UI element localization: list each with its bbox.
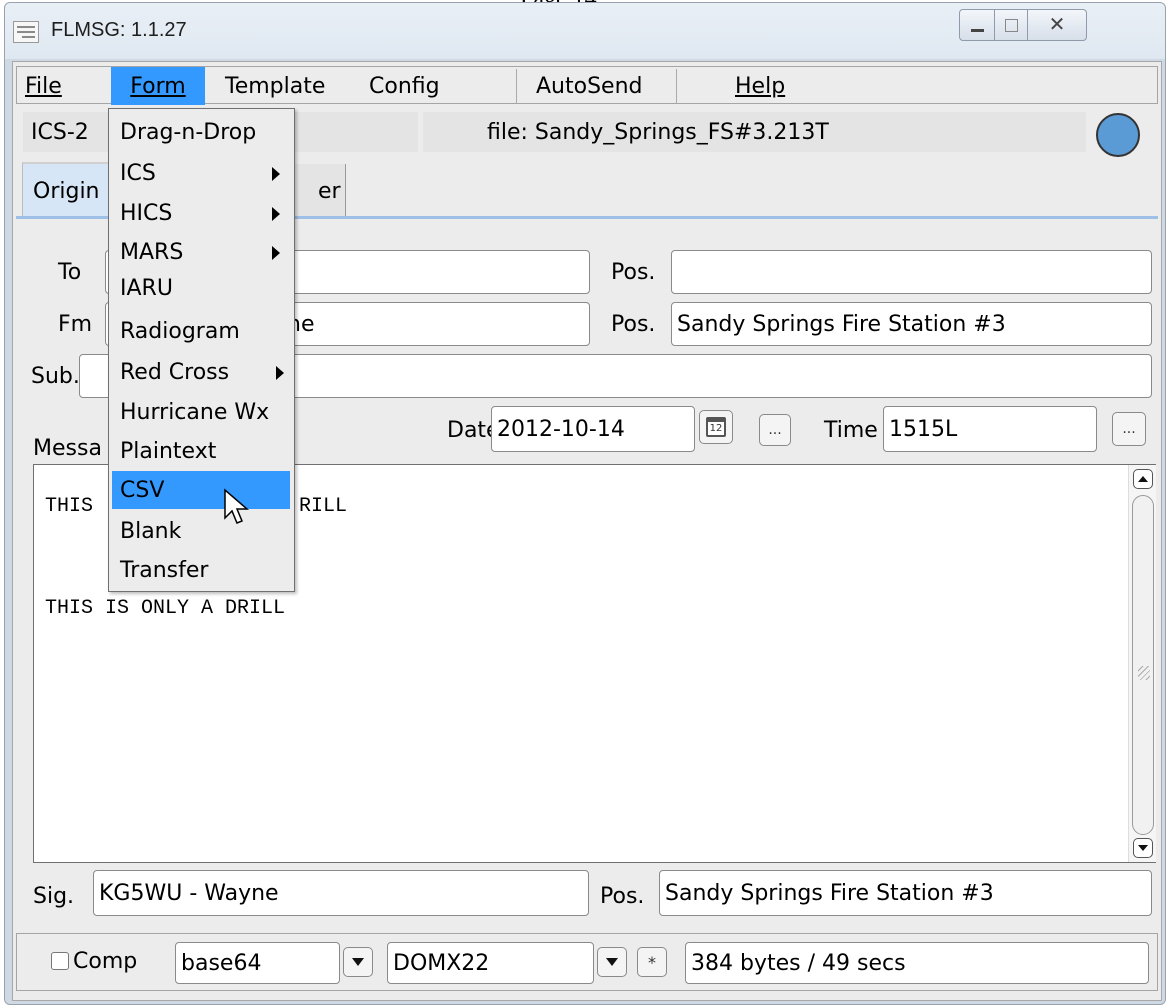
sig-pos-input[interactable]: Sandy Springs Fire Station #3 xyxy=(659,870,1152,916)
form-menu-item-mars[interactable]: MARS xyxy=(109,233,294,271)
form-menu-item-hurricane-wx[interactable]: Hurricane Wx xyxy=(109,393,294,431)
message-scrollbar[interactable] xyxy=(1128,465,1156,862)
calendar-icon: 12 xyxy=(706,417,726,437)
to-pos-label: Pos. xyxy=(611,260,656,285)
fm-pos-input[interactable]: Sandy Springs Fire Station #3 xyxy=(671,302,1152,346)
bottom-bar: Comp base64 DOMX22 * 384 bytes / 49 secs xyxy=(16,933,1158,991)
form-menu-item-drag-n-drop[interactable]: Drag-n-Drop xyxy=(109,113,294,151)
submenu-arrow-icon xyxy=(276,366,284,380)
date-input[interactable]: 2012-10-14 xyxy=(491,406,695,452)
status-indicator xyxy=(1096,113,1140,157)
mode-dropdown-button[interactable] xyxy=(597,947,627,977)
form-menu-item-label: Transfer xyxy=(120,557,209,583)
message-label: Messa xyxy=(33,436,102,461)
form-menu-item-label: Radiogram xyxy=(120,318,240,344)
app-icon xyxy=(13,21,39,43)
submenu-arrow-icon xyxy=(272,167,280,181)
form-name: ICS-2 xyxy=(31,119,89,145)
sig-label: Sig. xyxy=(33,884,75,909)
encoding-select[interactable]: base64 xyxy=(175,942,340,984)
to-label: To xyxy=(58,260,82,285)
message-line-1-end: RILL xyxy=(299,495,348,518)
calendar-button[interactable]: 12 xyxy=(699,410,733,444)
time-picker-button[interactable]: ... xyxy=(1112,412,1146,446)
scroll-down-button[interactable] xyxy=(1133,838,1153,858)
maximize-icon xyxy=(1005,19,1018,32)
close-button[interactable]: ✕ xyxy=(1027,9,1087,41)
form-menu-item-label: CSV xyxy=(120,477,165,503)
chevron-down-icon xyxy=(352,958,364,966)
scroll-up-icon xyxy=(1138,476,1148,482)
menu-divider xyxy=(676,69,677,103)
file-name: file: Sandy_Springs_FS#3.213T xyxy=(487,119,829,145)
form-menu-item-csv[interactable]: CSV xyxy=(112,471,290,509)
form-menu-item-radiogram[interactable]: Radiogram xyxy=(109,312,294,350)
menu-template[interactable]: Template xyxy=(225,67,325,105)
encoding-dropdown-button[interactable] xyxy=(343,947,373,977)
submenu-arrow-icon xyxy=(272,246,280,260)
tab-other-label: er xyxy=(318,178,341,204)
scroll-up-button[interactable] xyxy=(1133,469,1153,489)
date-picker-button[interactable]: ... xyxy=(759,414,791,446)
message-line-1-start: THIS xyxy=(45,495,94,518)
menu-help[interactable]: Help xyxy=(735,67,785,105)
menu-file[interactable]: File xyxy=(25,67,62,105)
sig-input[interactable]: KG5WU - Wayne xyxy=(93,870,589,916)
mode-select[interactable]: DOMX22 xyxy=(387,942,594,984)
form-menu-item-label: ICS xyxy=(120,160,156,186)
comp-checkbox[interactable] xyxy=(51,952,69,970)
maximize-button[interactable] xyxy=(994,9,1028,41)
minimize-icon xyxy=(971,29,984,32)
menu-bar: File Form Template Config AutoSend Help xyxy=(16,66,1158,105)
form-menu-item-label: Hurricane Wx xyxy=(120,399,270,425)
form-menu-item-transfer[interactable]: Transfer xyxy=(109,551,294,589)
title-bar[interactable]: FLMSG: 1.1.27 ✕ xyxy=(5,3,1165,59)
minimize-button[interactable] xyxy=(959,9,995,41)
size-info: 384 bytes / 49 secs xyxy=(685,942,1149,984)
form-menu-item-label: Red Cross xyxy=(120,359,230,385)
form-menu-item-blank[interactable]: Blank xyxy=(109,512,294,550)
sub-label: Sub. xyxy=(31,364,80,389)
form-dropdown-menu: Drag-n-Drop ICS HICS MARS IARU Radiogram Red C… xyxy=(108,108,295,592)
chevron-down-icon xyxy=(606,958,618,966)
window-title: FLMSG: 1.1.27 xyxy=(51,19,187,41)
form-menu-item-ics[interactable]: ICS xyxy=(109,154,294,192)
grip-icon xyxy=(1138,666,1150,680)
time-input[interactable]: 1515L xyxy=(883,406,1097,452)
menu-config[interactable]: Config xyxy=(369,67,440,105)
scroll-down-icon xyxy=(1138,845,1148,851)
sig-pos-label: Pos. xyxy=(600,884,645,909)
mouse-cursor-icon xyxy=(224,488,250,524)
close-icon: ✕ xyxy=(1048,12,1066,36)
to-pos-input[interactable] xyxy=(671,250,1152,294)
form-menu-item-label: MARS xyxy=(120,239,184,265)
tab-originator-label: Origin xyxy=(33,178,100,204)
scroll-thumb[interactable] xyxy=(1132,495,1154,835)
form-menu-item-red-cross[interactable]: Red Cross xyxy=(109,353,294,391)
menu-autosend[interactable]: AutoSend xyxy=(536,67,643,105)
menu-form[interactable]: Form xyxy=(111,67,205,105)
submenu-arrow-icon xyxy=(272,207,280,221)
form-menu-item-hics[interactable]: HICS xyxy=(109,194,294,232)
form-menu-item-label: Blank xyxy=(120,518,182,544)
fm-label: Fm xyxy=(58,312,93,337)
star-button[interactable]: * xyxy=(637,947,667,977)
form-menu-item-iaru[interactable]: IARU xyxy=(109,269,294,307)
form-menu-item-label: Drag-n-Drop xyxy=(120,119,257,145)
form-menu-item-label: IARU xyxy=(120,275,173,301)
time-label: Time xyxy=(824,418,878,443)
comp-label: Comp xyxy=(73,949,138,974)
menu-divider xyxy=(516,69,517,103)
form-menu-item-label: HICS xyxy=(120,200,173,226)
form-menu-item-plaintext[interactable]: Plaintext xyxy=(109,432,294,470)
message-line-2: THIS IS ONLY A DRILL xyxy=(45,597,286,620)
fm-pos-label: Pos. xyxy=(611,312,656,337)
form-menu-item-label: Plaintext xyxy=(120,438,217,464)
file-name-box: file: Sandy_Springs_FS#3.213T xyxy=(423,112,1086,152)
